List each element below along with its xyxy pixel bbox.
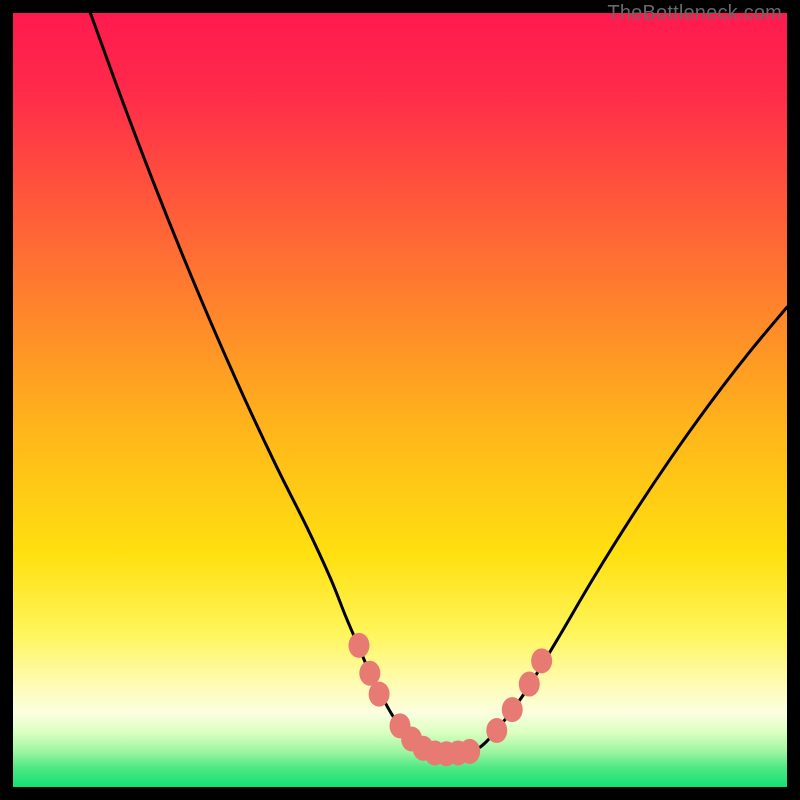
watermark-text: TheBottleneck.com [607, 2, 782, 25]
marker-dot [486, 718, 507, 743]
marker-dot [519, 672, 540, 697]
marker-dot [369, 682, 390, 707]
marker-dot [348, 633, 369, 658]
marker-dot [531, 648, 552, 673]
chart-background [13, 13, 787, 787]
chart-svg [13, 13, 787, 787]
marker-dot [502, 697, 523, 722]
marker-dot [459, 739, 480, 764]
chart-frame [13, 13, 787, 787]
